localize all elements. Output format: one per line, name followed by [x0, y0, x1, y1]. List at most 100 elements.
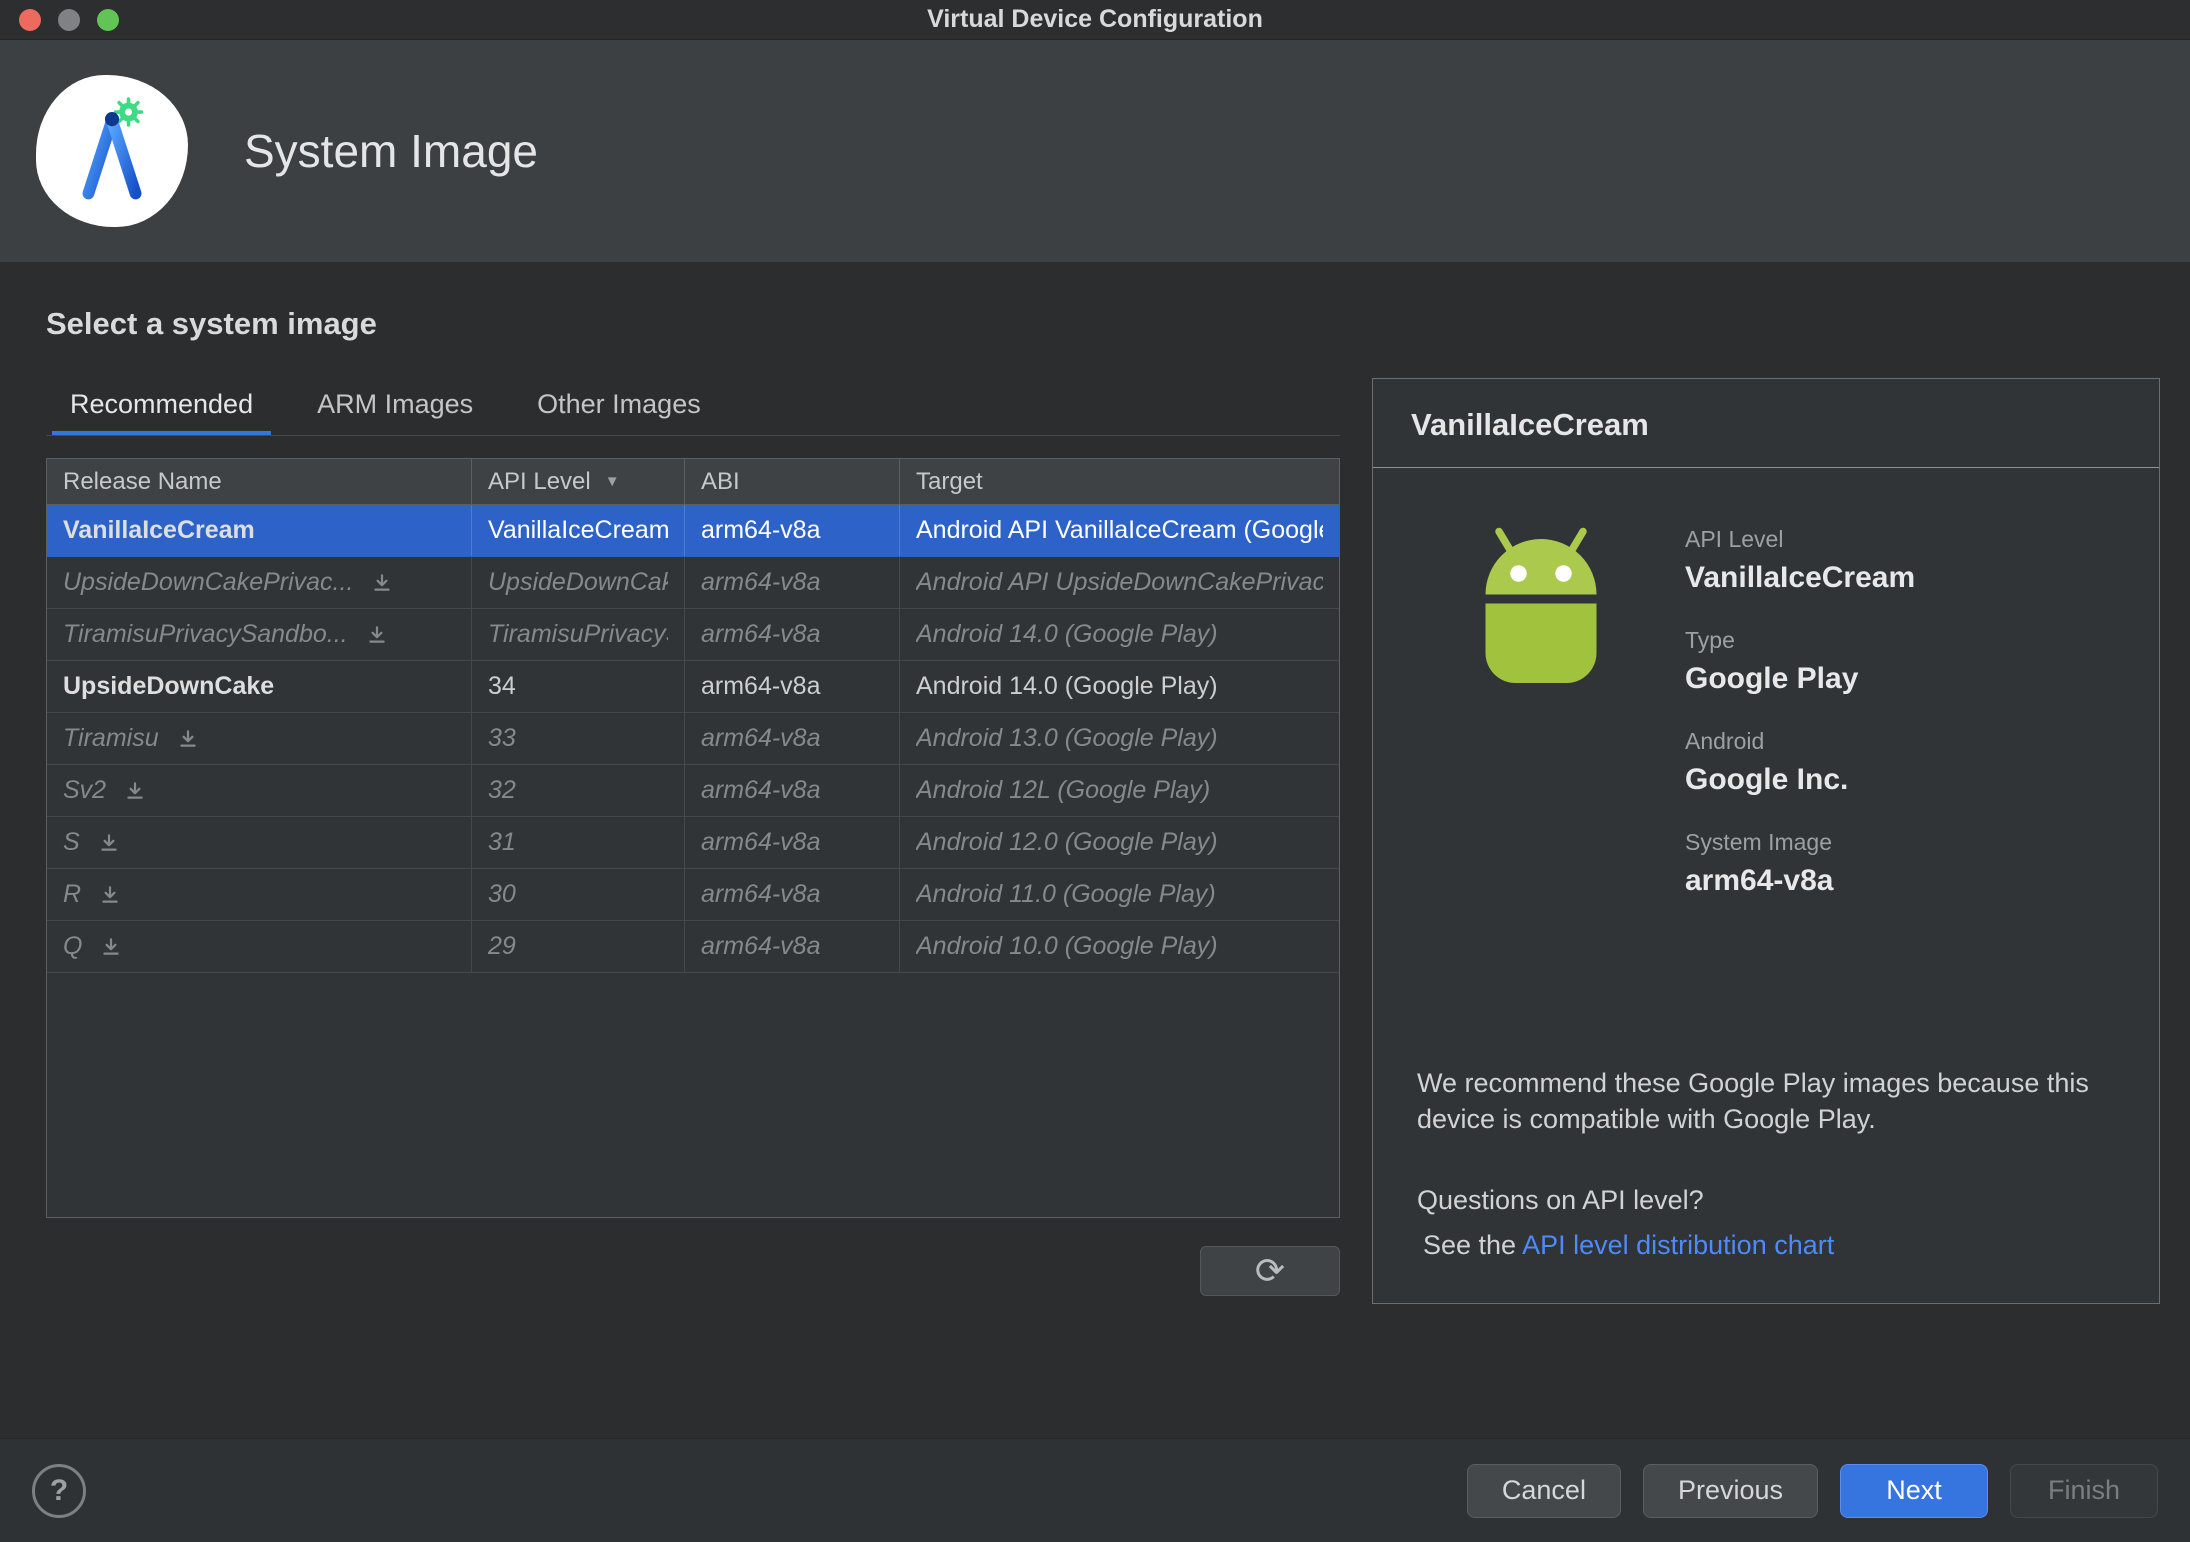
abi-cell: arm64-v8a: [685, 765, 900, 816]
api-level-cell: 34: [472, 661, 685, 712]
release-name-cell: Tiramisu: [47, 713, 472, 764]
release-name-cell: UpsideDownCakePrivac...: [47, 557, 472, 608]
table-row[interactable]: Q 29 arm64-v8a Android 10.0 (Google Play…: [47, 921, 1339, 973]
column-header-abi[interactable]: ABI: [685, 459, 900, 504]
api-distribution-link[interactable]: API level distribution chart: [1522, 1230, 1834, 1260]
refresh-button[interactable]: ⟳: [1200, 1246, 1340, 1296]
release-name-cell: TiramisuPrivacySandbo...: [47, 609, 472, 660]
release-name-cell: Sv2: [47, 765, 472, 816]
api-level-cell: 30: [472, 869, 685, 920]
api-level-cell: 33: [472, 713, 685, 764]
zoom-button[interactable]: [97, 8, 119, 31]
table-row[interactable]: TiramisuPrivacySandbo... TiramisuPrivacy…: [47, 609, 1339, 661]
finish-button[interactable]: Finish: [2010, 1463, 2158, 1518]
field-value: VanillaIceCream: [1685, 561, 1916, 594]
table-row[interactable]: UpsideDownCake 34 arm64-v8a Android 14.0…: [47, 661, 1339, 713]
see-the-line: See the API level distribution chart: [1417, 1230, 2115, 1261]
close-button[interactable]: [19, 8, 41, 31]
release-name-cell: R: [47, 869, 472, 920]
api-level-cell: 32: [472, 765, 685, 816]
field-label: System Image: [1685, 829, 1832, 855]
target-cell: Android 10.0 (Google Play): [916, 932, 1218, 960]
release-name: S: [63, 828, 80, 856]
previous-button[interactable]: Previous: [1642, 1463, 1818, 1518]
target-cell: Android 14.0 (Google Play): [916, 620, 1218, 648]
release-name-cell: Q: [47, 921, 472, 972]
android-studio-logo-icon: [36, 75, 188, 227]
api-level-cell: TiramisuPrivacySandbox: [472, 609, 685, 660]
target-cell: Android 13.0 (Google Play): [916, 724, 1218, 752]
api-level-cell: VanillaIceCream: [472, 505, 685, 556]
field-value: Google Play: [1685, 662, 1859, 695]
abi-cell: arm64-v8a: [685, 817, 900, 868]
release-name: VanillaIceCream: [63, 516, 255, 544]
abi-cell: arm64-v8a: [685, 505, 900, 556]
page-title: System Image: [244, 125, 538, 177]
column-header-api-level[interactable]: API Level ▼: [472, 459, 685, 504]
cancel-button[interactable]: Cancel: [1466, 1463, 1621, 1518]
tab-bar: Recommended ARM Images Other Images: [46, 378, 1340, 436]
table-row[interactable]: Sv2 32 arm64-v8a Android 12L (Google Pla…: [47, 765, 1339, 817]
target-cell: Android 11.0 (Google Play): [916, 880, 1216, 908]
table-row[interactable]: UpsideDownCakePrivac... UpsideDownCakePr…: [47, 557, 1339, 609]
section-heading: Select a system image: [46, 306, 377, 341]
table-row[interactable]: Tiramisu 33 arm64-v8a Android 13.0 (Goog…: [47, 713, 1339, 765]
api-question-text: Questions on API level?: [1417, 1185, 1704, 1216]
compass-icon: [82, 97, 144, 200]
field-label: Android: [1685, 728, 1765, 754]
release-name: Q: [63, 932, 83, 960]
tab-other-images[interactable]: Other Images: [519, 378, 719, 435]
download-icon[interactable]: [99, 884, 121, 906]
field-api-level: API Level VanillaIceCream: [1685, 526, 1915, 595]
field-value: arm64-v8a: [1685, 864, 1834, 897]
target-cell: Android 12L (Google Play): [916, 776, 1211, 804]
abi-cell: arm64-v8a: [685, 713, 900, 764]
table-row[interactable]: R 30 arm64-v8a Android 11.0 (Google Play…: [47, 869, 1339, 921]
wizard-header: System Image: [0, 40, 2190, 262]
next-button[interactable]: Next: [1840, 1463, 1988, 1518]
api-level-cell: 31: [472, 817, 685, 868]
help-button[interactable]: ?: [32, 1463, 86, 1518]
system-image-table: Release Name API Level ▼ ABI Target Vani…: [46, 458, 1340, 1218]
field-label: Type: [1685, 627, 1735, 653]
release-name: UpsideDownCake: [63, 672, 275, 700]
abi-cell: arm64-v8a: [685, 609, 900, 660]
download-icon[interactable]: [124, 780, 146, 802]
table-header-row: Release Name API Level ▼ ABI Target: [47, 459, 1339, 505]
field-android: Android Google Inc.: [1685, 728, 1915, 797]
table-row[interactable]: VanillaIceCream VanillaIceCream arm64-v8…: [47, 505, 1339, 557]
window-title: Virtual Device Configuration: [927, 5, 1263, 33]
release-name: Sv2: [63, 776, 107, 804]
window-titlebar: Virtual Device Configuration: [0, 0, 2190, 40]
help-icon: ?: [49, 1473, 69, 1507]
column-header-target[interactable]: Target: [900, 459, 1339, 504]
system-image-table-body: VanillaIceCream VanillaIceCream arm64-v8…: [47, 505, 1339, 973]
release-name: TiramisuPrivacySandbo...: [63, 620, 348, 648]
download-icon[interactable]: [100, 936, 122, 958]
minimize-button[interactable]: [58, 8, 80, 31]
table-column: Recommended ARM Images Other Images Releas…: [46, 378, 1340, 1296]
content-area: Select a system image Recommended ARM Ima…: [0, 262, 2190, 1304]
tab-arm-images[interactable]: ARM Images: [299, 378, 491, 435]
detail-fields: API Level VanillaIceCream Type Google Pl…: [1685, 524, 1915, 930]
dialog-footer: ? Cancel Previous Next Finish: [0, 1438, 2190, 1542]
tab-recommended[interactable]: Recommended: [52, 378, 272, 435]
release-name-cell: S: [47, 817, 472, 868]
link-prefix: See the: [1423, 1230, 1517, 1261]
release-name: R: [63, 880, 82, 908]
abi-cell: arm64-v8a: [685, 869, 900, 920]
field-system-image: System Image arm64-v8a: [1685, 829, 1915, 898]
traffic-lights: [0, 8, 119, 31]
target-cell: Android 12.0 (Google Play): [916, 828, 1218, 856]
download-icon[interactable]: [371, 572, 393, 594]
android-robot-icon: [1451, 524, 1631, 930]
table-row[interactable]: S 31 arm64-v8a Android 12.0 (Google Play…: [47, 817, 1339, 869]
download-icon[interactable]: [366, 624, 388, 646]
target-cell: Android 14.0 (Google Play): [916, 672, 1218, 700]
target-cell: Android API VanillaIceCream (Google Play…: [916, 516, 1323, 544]
column-header-release-name[interactable]: Release Name: [47, 459, 472, 504]
download-icon[interactable]: [98, 832, 120, 854]
recommendation-text: We recommend these Google Play images be…: [1417, 1068, 2089, 1134]
download-icon[interactable]: [177, 728, 199, 750]
detail-panel: VanillaIceCream API Level VanillaIceCrea…: [1372, 378, 2160, 1304]
